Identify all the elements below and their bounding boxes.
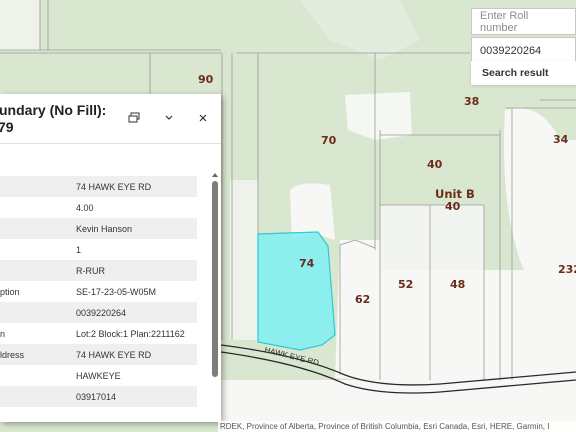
feature-popup: undary (No Fill): 79 74 HAWK EYE RD 4.00 K… (0, 94, 221, 422)
attribute-row: 4.00 (0, 197, 197, 218)
attribute-key: ption (0, 286, 20, 297)
attribute-key (0, 218, 70, 239)
lot-label: 74 (299, 257, 315, 270)
lot-label: 38 (464, 95, 480, 108)
attribute-row: ption SE-17-23-05-W05M (0, 281, 197, 302)
close-icon[interactable] (196, 111, 210, 125)
popup-title-line-2: 79 (0, 119, 14, 135)
attribute-row: n Lot:2 Block:1 Plan:2211162 (0, 323, 197, 344)
lot-label: 52 (398, 278, 414, 291)
attribute-key (0, 365, 70, 386)
chevron-down-icon[interactable] (162, 111, 176, 125)
lot-label: 62 (355, 293, 371, 306)
attribute-row: Kevin Hanson (0, 218, 197, 239)
attribute-value: 74 HAWK EYE RD (70, 176, 197, 197)
lot-label: 40 (427, 158, 443, 171)
cleared-area (230, 180, 258, 340)
cleared-area (290, 183, 335, 240)
attribute-value: 0039220264 (70, 302, 197, 323)
attribute-key (0, 197, 70, 218)
lot-label: 40 (445, 200, 461, 213)
attribute-value: 4.00 (76, 202, 94, 213)
attribute-value: Lot:2 Block:1 Plan:2211162 (76, 328, 185, 339)
roll-number-field[interactable]: 0039220264 (471, 37, 576, 64)
selected-parcel-highlight[interactable] (257, 231, 336, 351)
search-result-item[interactable]: Search result (471, 61, 576, 85)
lot-label: 90 (198, 73, 214, 86)
attribute-key (0, 260, 70, 281)
attribute-value: Kevin Hanson (70, 218, 197, 239)
attribute-value: SE-17-23-05-W05M (76, 286, 157, 297)
popup-divider (0, 143, 221, 144)
attribute-table: 74 HAWK EYE RD 4.00 Kevin Hanson 1 R-RUR ptio… (0, 176, 197, 407)
attribute-row: R-RUR (0, 260, 197, 281)
roll-number-search-input[interactable]: Enter Roll number (471, 8, 576, 35)
cleared-area (335, 240, 380, 380)
lot-label: Unit B (435, 187, 475, 201)
attribute-key (0, 302, 70, 323)
attribute-key: n (0, 328, 6, 339)
attribute-row: 1 (0, 239, 197, 260)
attribute-value: 03917014 (70, 386, 197, 407)
lot-label: 48 (450, 278, 466, 291)
attribute-row: 0039220264 (0, 302, 197, 323)
attribute-value: 1 (76, 244, 82, 255)
scrollbar-thumb[interactable] (212, 181, 218, 377)
attribute-row: 03917014 (0, 386, 197, 407)
attribute-value: 74 HAWK EYE RD (70, 344, 197, 365)
attribute-key (0, 176, 70, 197)
attribute-key (0, 386, 70, 407)
cleared-area (0, 0, 40, 50)
lot-label: 34 (553, 133, 569, 146)
attribute-row: ldress 74 HAWK EYE RD (0, 344, 197, 365)
popup-title: undary (No Fill): 79 (0, 102, 125, 136)
scroll-up-icon[interactable] (212, 173, 218, 177)
attribute-key (0, 239, 70, 260)
popup-title-line-1: undary (No Fill): (0, 102, 107, 118)
attribute-key: ldress (0, 344, 70, 365)
map-attribution: RDEK, Province of Alberta, Province of B… (218, 421, 576, 432)
lot-label: 70 (321, 134, 337, 147)
attribute-row: 74 HAWK EYE RD (0, 176, 197, 197)
attribute-value: R-RUR (70, 260, 197, 281)
attribute-row: HAWKEYE (0, 365, 197, 386)
dock-icon[interactable] (127, 111, 141, 125)
lot-label: 232 (558, 263, 576, 276)
attribute-value: HAWKEYE (76, 370, 121, 381)
